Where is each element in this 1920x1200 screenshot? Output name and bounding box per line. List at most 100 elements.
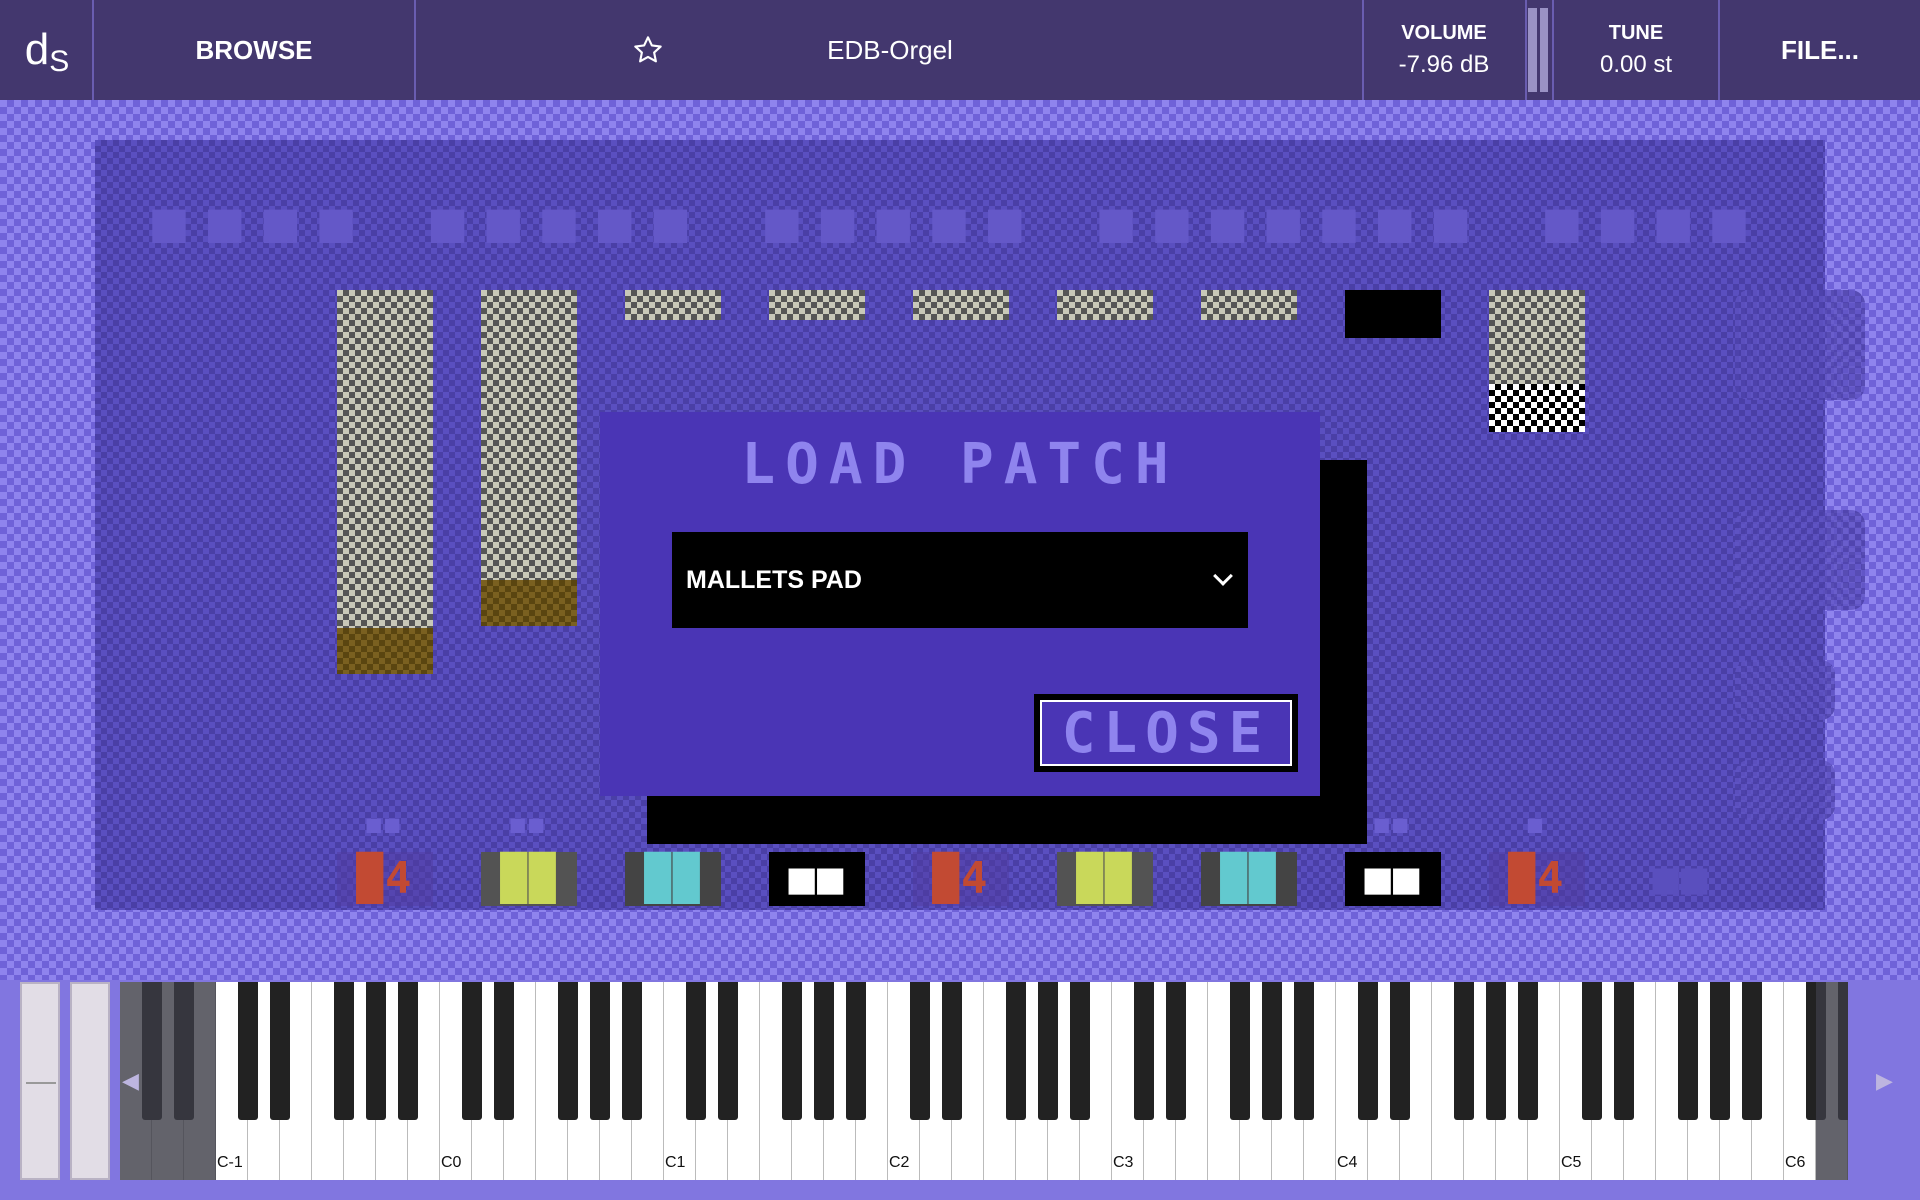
voice-label-decor: ■ — [1527, 810, 1547, 838]
side-control-4[interactable] — [1735, 760, 1835, 820]
tune-control[interactable]: TUNE 0.00 st — [1552, 0, 1720, 100]
mod-wheel[interactable] — [70, 982, 110, 1180]
black-key[interactable] — [1390, 982, 1410, 1120]
favorite-button[interactable] — [618, 0, 678, 100]
black-key[interactable] — [398, 982, 418, 1120]
black-key[interactable] — [1518, 982, 1538, 1120]
arrow-right-icon[interactable]: ▶ — [1876, 1068, 1893, 1094]
fader-2[interactable] — [481, 290, 577, 626]
browse-button[interactable]: BROWSE — [93, 0, 415, 100]
fader-4[interactable] — [769, 290, 865, 320]
side-control-2[interactable] — [1735, 510, 1865, 610]
volume-control[interactable]: VOLUME -7.96 dB — [1364, 0, 1524, 100]
voice-button-7[interactable]: ██ — [1201, 852, 1297, 906]
out-of-range-shade — [1816, 982, 1848, 1180]
file-menu-button[interactable]: FILE... — [1720, 0, 1920, 100]
black-key[interactable] — [1582, 982, 1602, 1120]
octave-label: C6 — [1785, 1154, 1806, 1171]
piano-keyboard[interactable]: C-1 C0 C1 C2 C3 C4 C5 C6 — [120, 982, 1848, 1180]
voice-label-decor: ■■ — [510, 810, 548, 838]
keyboard-area: C-1 C0 C1 C2 C3 C4 C5 C6 ◀ ▶ — [0, 980, 1920, 1200]
voice-button-6[interactable]: ██ — [1057, 852, 1153, 906]
black-key[interactable] — [1294, 982, 1314, 1120]
voice-label-decor: ■■ — [366, 810, 404, 838]
black-key[interactable] — [494, 982, 514, 1120]
black-key[interactable] — [1358, 982, 1378, 1120]
black-key[interactable] — [558, 982, 578, 1120]
octave-label: C1 — [665, 1154, 686, 1171]
octave-label: C2 — [889, 1154, 910, 1171]
black-key[interactable] — [238, 982, 258, 1120]
black-key[interactable] — [590, 982, 610, 1120]
black-key[interactable] — [910, 982, 930, 1120]
black-key[interactable] — [782, 982, 802, 1120]
black-key[interactable] — [1230, 982, 1250, 1120]
voice-button-4[interactable]: ■■ — [769, 852, 865, 906]
logo-sub: S — [49, 45, 69, 78]
black-key[interactable] — [686, 982, 706, 1120]
fader-7[interactable] — [1201, 290, 1297, 320]
pitch-wheel[interactable] — [20, 982, 60, 1180]
fader-3[interactable] — [625, 290, 721, 320]
voice-button-1[interactable]: █4 — [337, 852, 433, 906]
fader-cap[interactable] — [481, 580, 577, 626]
volume-value: -7.96 dB — [1398, 50, 1490, 78]
black-key[interactable] — [1070, 982, 1090, 1120]
logo: dS — [0, 0, 92, 100]
black-key[interactable] — [1166, 982, 1186, 1120]
octave-label: C-1 — [217, 1154, 243, 1171]
fader-9[interactable] — [1489, 290, 1585, 432]
tune-label: TUNE — [1608, 21, 1664, 44]
patch-select-dropdown[interactable]: MALLETS PAD — [672, 532, 1248, 628]
close-button-label: CLOSE — [1040, 700, 1292, 766]
black-key[interactable] — [718, 982, 738, 1120]
black-key[interactable] — [1006, 982, 1026, 1120]
voice-button-8[interactable]: ■■ — [1345, 852, 1441, 906]
black-key[interactable] — [622, 982, 642, 1120]
black-key[interactable] — [1710, 982, 1730, 1120]
black-key[interactable] — [366, 982, 386, 1120]
black-key[interactable] — [334, 982, 354, 1120]
fader-cap[interactable] — [1489, 384, 1585, 432]
load-patch-dialog: LOAD PATCH MALLETS PAD CLOSE — [600, 412, 1320, 796]
close-button[interactable]: CLOSE — [1034, 694, 1298, 772]
octave-label: C4 — [1337, 1154, 1358, 1171]
arrow-left-icon[interactable]: ◀ — [122, 1068, 139, 1094]
selected-patch: MALLETS PAD — [686, 565, 862, 594]
dialog-title: LOAD PATCH — [741, 432, 1179, 497]
voice-button-2[interactable]: ██ — [481, 852, 577, 906]
fader-5[interactable] — [913, 290, 1009, 320]
black-key[interactable] — [1454, 982, 1474, 1120]
voice-button-10[interactable]: ■■ — [1633, 852, 1729, 906]
voice-button-5[interactable]: █4 — [913, 852, 1009, 906]
side-control-3[interactable] — [1735, 660, 1835, 720]
instrument-stage: ■■■■ ■■■■■ ■■■■■ ■■■■■■■ ■■■■ ■■ █4 ■■ █… — [0, 100, 1920, 980]
divider — [414, 0, 416, 100]
side-control-1[interactable] — [1735, 290, 1865, 400]
black-key[interactable] — [1486, 982, 1506, 1120]
black-key[interactable] — [462, 982, 482, 1120]
black-key[interactable] — [1742, 982, 1762, 1120]
chevron-down-icon — [1213, 566, 1233, 586]
black-key[interactable] — [846, 982, 866, 1120]
black-key[interactable] — [1678, 982, 1698, 1120]
black-key[interactable] — [814, 982, 834, 1120]
black-key[interactable] — [270, 982, 290, 1120]
octave-label: C0 — [441, 1154, 462, 1171]
tune-value: 0.00 st — [1599, 50, 1673, 78]
black-key[interactable] — [1614, 982, 1634, 1120]
voice-button-3[interactable]: ██ — [625, 852, 721, 906]
volume-label: VOLUME — [1401, 21, 1487, 44]
black-key[interactable] — [942, 982, 962, 1120]
fader-1[interactable] — [337, 290, 433, 674]
octave-label: C3 — [1113, 1154, 1134, 1171]
fader-cap[interactable] — [337, 628, 433, 674]
level-meter — [1528, 8, 1548, 92]
black-key[interactable] — [1038, 982, 1058, 1120]
voice-button-9[interactable]: █4 — [1489, 852, 1585, 906]
black-key[interactable] — [1134, 982, 1154, 1120]
fader-6[interactable] — [1057, 290, 1153, 320]
black-key[interactable] — [1262, 982, 1282, 1120]
fader-8[interactable] — [1345, 290, 1441, 338]
octave-label: C5 — [1561, 1154, 1582, 1171]
